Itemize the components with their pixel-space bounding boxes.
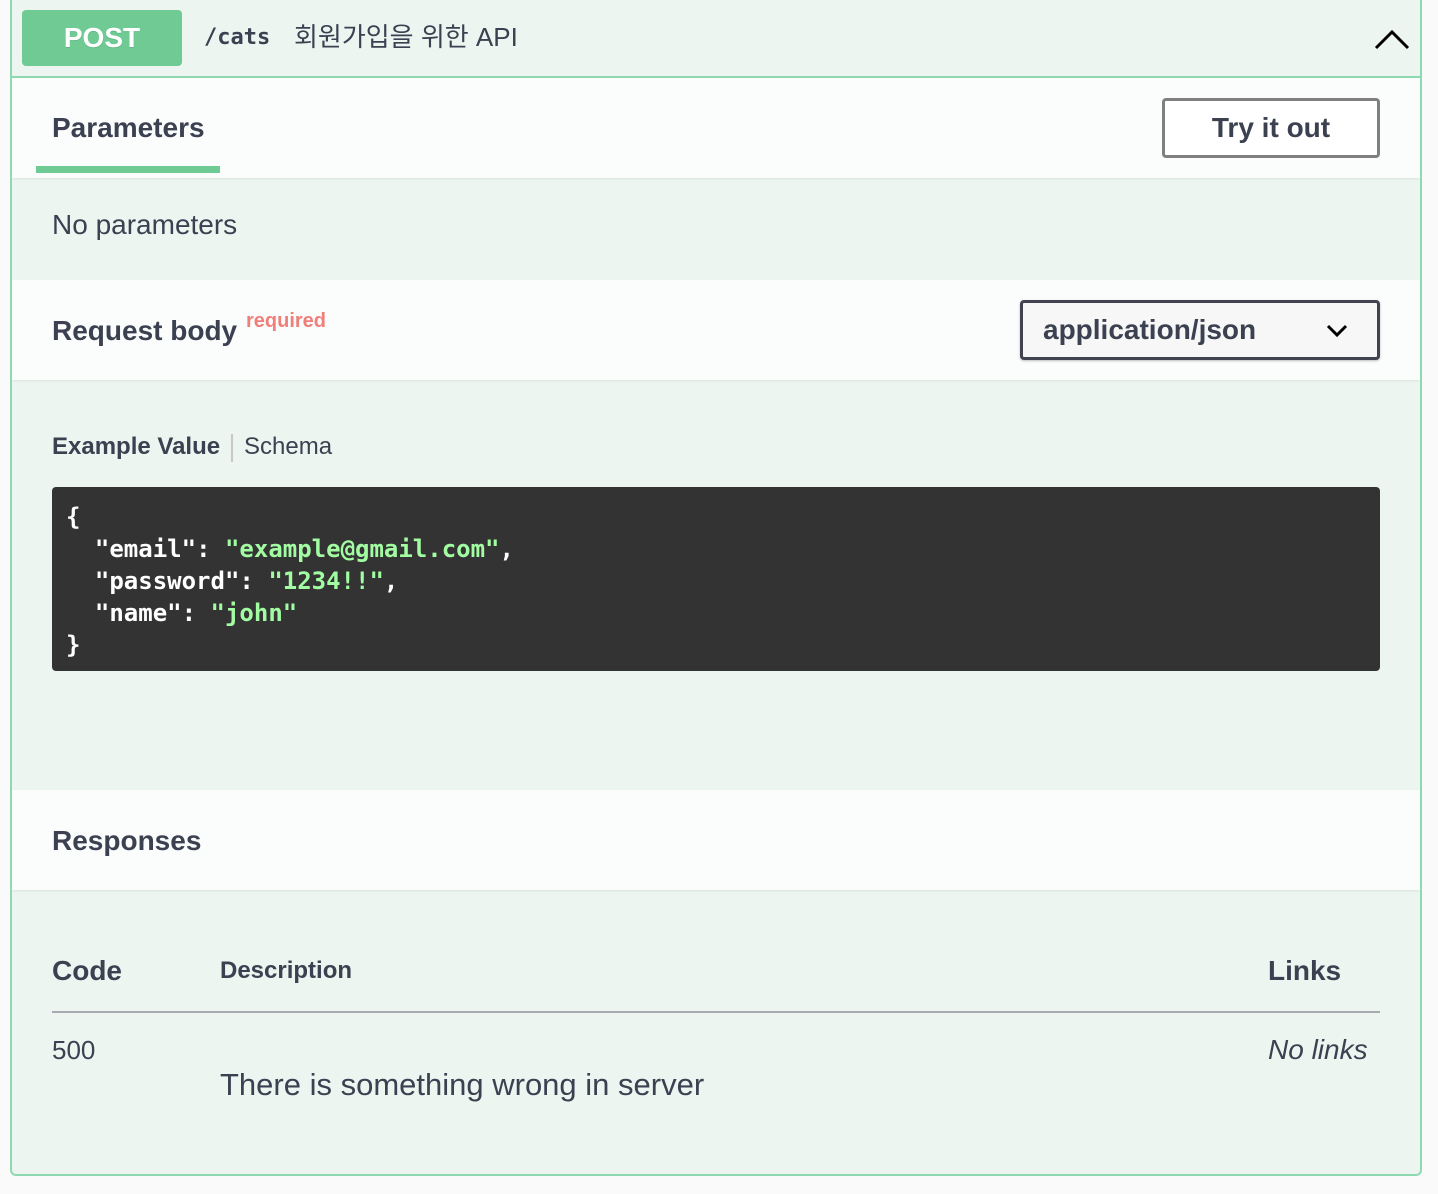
response-code: 500 — [52, 1035, 96, 1065]
tab-example-value[interactable]: Example Value — [52, 432, 220, 462]
content-type-select[interactable]: application/json — [1020, 300, 1380, 360]
responses-header: Responses — [12, 790, 1420, 890]
active-tab-indicator — [36, 166, 220, 173]
code-open-brace: { — [66, 503, 81, 531]
json-key: "email" — [94, 535, 197, 563]
response-description: There is something wrong in server — [220, 1067, 705, 1102]
tab-divider — [231, 434, 233, 462]
try-it-out-button[interactable]: Try it out — [1162, 98, 1380, 158]
tab-schema[interactable]: Schema — [244, 432, 332, 462]
response-links: No links — [1268, 1034, 1368, 1065]
chevron-up-icon[interactable] — [1372, 24, 1412, 54]
json-string-value: "john" — [210, 599, 298, 627]
json-key: "password" — [94, 567, 240, 595]
endpoint-path: /cats — [204, 25, 271, 50]
operation-block: POST /cats 회원가입을 위한 API Parameters Try i… — [10, 0, 1422, 1176]
example-json-code[interactable]: { "email": "example@gmail.com", "passwor… — [52, 487, 1380, 671]
content-type-value: application/json — [1043, 314, 1257, 345]
operation-summary[interactable]: POST /cats 회원가입을 위한 API — [12, 0, 1420, 78]
json-comma: , — [499, 535, 514, 563]
request-body-title: Request body — [52, 315, 238, 346]
chevron-down-icon — [1326, 324, 1348, 338]
tab-parameters[interactable]: Parameters — [52, 111, 205, 145]
json-string-value: "example@gmail.com" — [224, 535, 500, 563]
required-label: required — [246, 310, 327, 332]
code-close-brace: } — [66, 631, 81, 659]
http-method-badge: POST — [22, 10, 182, 66]
no-parameters-text: No parameters — [52, 209, 238, 240]
endpoint-description: 회원가입을 위한 API — [294, 22, 518, 52]
column-header-code: Code — [52, 955, 122, 986]
json-comma: , — [383, 567, 399, 595]
table-header-divider — [52, 1011, 1380, 1013]
parameters-header: Parameters Try it out — [12, 78, 1420, 178]
responses-title: Responses — [52, 825, 202, 856]
request-body-header: Request body required application/json — [12, 280, 1420, 380]
code-line-email: "email": "example@gmail.com", — [94, 535, 514, 563]
code-line-name: "name": "john" — [94, 599, 298, 627]
json-key: "name" — [94, 599, 182, 627]
code-line-password: "password": "1234!!", — [94, 567, 399, 595]
column-header-links: Links — [1268, 955, 1342, 986]
json-string-value: "1234!!" — [268, 567, 384, 595]
column-header-description: Description — [220, 957, 353, 984]
